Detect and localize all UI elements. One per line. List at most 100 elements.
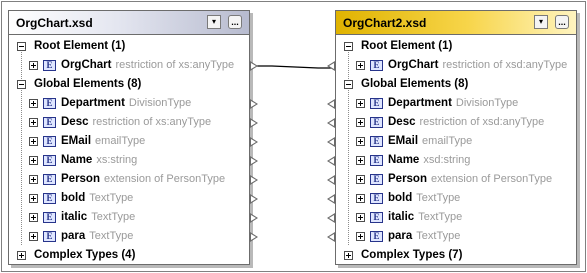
left-panel-header: OrgChart.xsd ▾ ... [9,11,249,35]
element-row-italic[interactable]: E italic TextType [9,209,258,227]
group-complex-types[interactable]: Complex Types (7) [336,247,576,265]
group-global-elements[interactable]: Global Elements (8) [9,76,249,94]
plus-icon[interactable] [29,137,38,146]
group-global-elements[interactable]: Global Elements (8) [336,76,576,94]
output-connector-icon[interactable] [250,194,258,204]
element-row-para[interactable]: E para TextType [327,228,576,246]
chevron-down-icon[interactable]: ▾ [534,15,548,29]
group-complex-types[interactable]: Complex Types (4) [9,247,249,265]
element-icon: E [370,117,383,128]
input-connector-icon[interactable] [327,194,335,204]
input-connector-icon[interactable] [327,232,335,242]
element-icon: E [43,193,56,204]
element-name: OrgChart restriction of xs:anyType [61,59,235,71]
output-connector-icon[interactable] [250,156,258,166]
plus-icon[interactable] [356,175,365,184]
element-row-department[interactable]: E Department DivisionType [9,95,258,113]
plus-icon[interactable] [344,251,353,260]
output-connector-icon[interactable] [250,99,258,109]
element-name: Department DivisionType [61,97,192,109]
output-connector-icon[interactable] [250,213,258,223]
plus-icon[interactable] [356,118,365,127]
plus-icon[interactable] [356,156,365,165]
group-label: Root Element (1) [361,40,453,52]
plus-icon[interactable] [29,118,38,127]
element-row-para[interactable]: E para TextType [9,228,258,246]
element-row-orgchart[interactable]: E OrgChart restriction of xsd:anyType [327,57,576,75]
element-name: Name xs:string [61,154,138,166]
minus-icon[interactable] [17,80,26,89]
input-connector-icon[interactable] [327,156,335,166]
plus-icon[interactable] [356,137,365,146]
element-row-person[interactable]: E Person extension of PersonType [9,171,258,189]
element-name: bold TextType [388,192,461,204]
right-panel-title: OrgChart2.xsd [343,16,427,30]
plus-icon[interactable] [29,61,38,70]
plus-icon[interactable] [356,232,365,241]
plus-icon[interactable] [17,251,26,260]
group-root-elements[interactable]: Root Element (1) [336,38,576,56]
group-label: Root Element (1) [34,40,126,52]
minus-icon[interactable] [344,80,353,89]
element-icon: E [43,136,56,147]
input-connector-icon[interactable] [327,99,335,109]
element-icon: E [43,117,56,128]
plus-icon[interactable] [29,99,38,108]
input-connector-icon[interactable] [327,61,335,71]
input-connector-icon[interactable] [327,118,335,128]
element-row-desc[interactable]: E Desc restriction of xsd:anyType [327,114,576,132]
chevron-down-icon[interactable]: ▾ [207,15,221,29]
element-row-email[interactable]: E EMail emailType [9,133,258,151]
minus-icon[interactable] [344,42,353,51]
element-row-italic[interactable]: E italic TextType [327,209,576,227]
element-icon: E [370,193,383,204]
element-row-orgchart[interactable]: E OrgChart restriction of xs:anyType [9,57,258,75]
element-row-name[interactable]: E Name xsd:string [327,152,576,170]
group-root-elements[interactable]: Root Element (1) [9,38,249,56]
plus-icon[interactable] [29,194,38,203]
element-row-department[interactable]: E Department DivisionType [327,95,576,113]
element-row-email[interactable]: E EMail emailType [327,133,576,151]
element-icon: E [43,212,56,223]
element-name: Desc restriction of xsd:anyType [388,116,545,128]
input-connector-icon[interactable] [327,175,335,185]
plus-icon[interactable] [356,194,365,203]
element-icon: E [370,231,383,242]
plus-icon[interactable] [29,213,38,222]
left-schema-panel: OrgChart.xsd ▾ ... Root Element (1) E Or… [8,10,258,265]
input-connector-icon[interactable] [327,213,335,223]
element-icon: E [370,60,383,71]
plus-icon[interactable] [29,175,38,184]
element-name: italic TextType [61,211,136,223]
input-connector-icon[interactable] [327,137,335,147]
element-row-name[interactable]: E Name xs:string [9,152,258,170]
output-connector-icon[interactable] [250,175,258,185]
plus-icon[interactable] [29,232,38,241]
plus-icon[interactable] [356,213,365,222]
output-connector-icon[interactable] [250,118,258,128]
output-connector-icon[interactable] [250,137,258,147]
ellipsis-icon[interactable]: ... [555,15,569,29]
element-icon: E [43,174,56,185]
minus-icon[interactable] [17,42,26,51]
plus-icon[interactable] [29,156,38,165]
element-name: para TextType [61,230,134,242]
group-label: Complex Types (4) [34,249,136,261]
element-name: Person extension of PersonType [61,173,226,185]
element-name: italic TextType [388,211,463,223]
element-name: Desc restriction of xs:anyType [61,116,212,128]
output-connector-icon[interactable] [250,61,258,71]
element-row-bold[interactable]: E bold TextType [9,190,258,208]
element-name: para TextType [388,230,461,242]
element-row-desc[interactable]: E Desc restriction of xs:anyType [9,114,258,132]
ellipsis-icon[interactable]: ... [228,15,242,29]
element-row-bold[interactable]: E bold TextType [327,190,576,208]
element-row-person[interactable]: E Person extension of PersonType [327,171,576,189]
plus-icon[interactable] [356,99,365,108]
element-name: Person extension of PersonType [388,173,553,185]
group-label: Global Elements (8) [361,78,469,90]
group-label: Global Elements (8) [34,78,142,90]
output-connector-icon[interactable] [250,232,258,242]
plus-icon[interactable] [356,61,365,70]
element-icon: E [370,136,383,147]
